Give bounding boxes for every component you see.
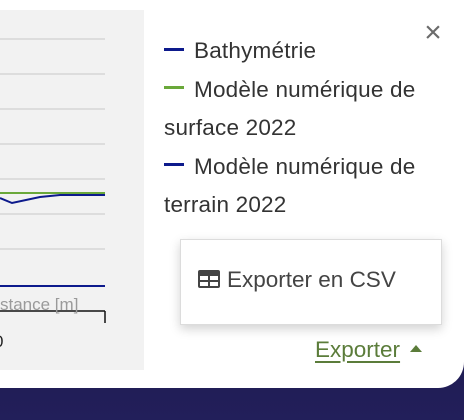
chart-gridlines xyxy=(0,38,105,250)
close-button[interactable]: × xyxy=(419,18,447,48)
chart-legend: Bathymétrie Modèle numérique de surface … xyxy=(164,32,424,225)
legend-swatch xyxy=(164,163,184,167)
legend-item-terrain: Modèle numérique de terrain 2022 xyxy=(164,148,424,225)
export-toggle-label: Exporter xyxy=(315,337,401,362)
table-icon xyxy=(198,270,220,289)
chart-svg xyxy=(0,38,106,323)
chart-tick-label: 0 xyxy=(0,332,3,352)
legend-item-bathymetrie: Bathymétrie xyxy=(164,32,424,71)
caret-up-icon xyxy=(410,344,423,352)
export-csv-menu-item[interactable]: Exporter en CSV xyxy=(197,267,396,293)
chart-x-axis-label: stance [m] xyxy=(0,295,79,314)
legend-swatch xyxy=(164,86,184,90)
profile-chart: stance [m] 0 xyxy=(0,10,144,370)
export-csv-label: Exporter en CSV xyxy=(227,267,396,292)
legend-item-surface: Modèle numérique de surface 2022 xyxy=(164,71,424,148)
export-dropdown-menu: Exporter en CSV xyxy=(180,239,442,325)
series-terrain-line xyxy=(0,194,105,205)
legend-item-label: Modèle numérique de surface 2022 xyxy=(164,76,416,141)
profile-panel: stance [m] 0 Bathymétrie Modèle numériqu… xyxy=(0,0,464,388)
close-icon: × xyxy=(424,16,442,49)
legend-item-label: Modèle numérique de terrain 2022 xyxy=(164,153,416,218)
legend-swatch xyxy=(164,47,184,51)
export-toggle-button[interactable]: Exporter xyxy=(315,337,423,363)
legend-item-label: Bathymétrie xyxy=(194,38,317,63)
